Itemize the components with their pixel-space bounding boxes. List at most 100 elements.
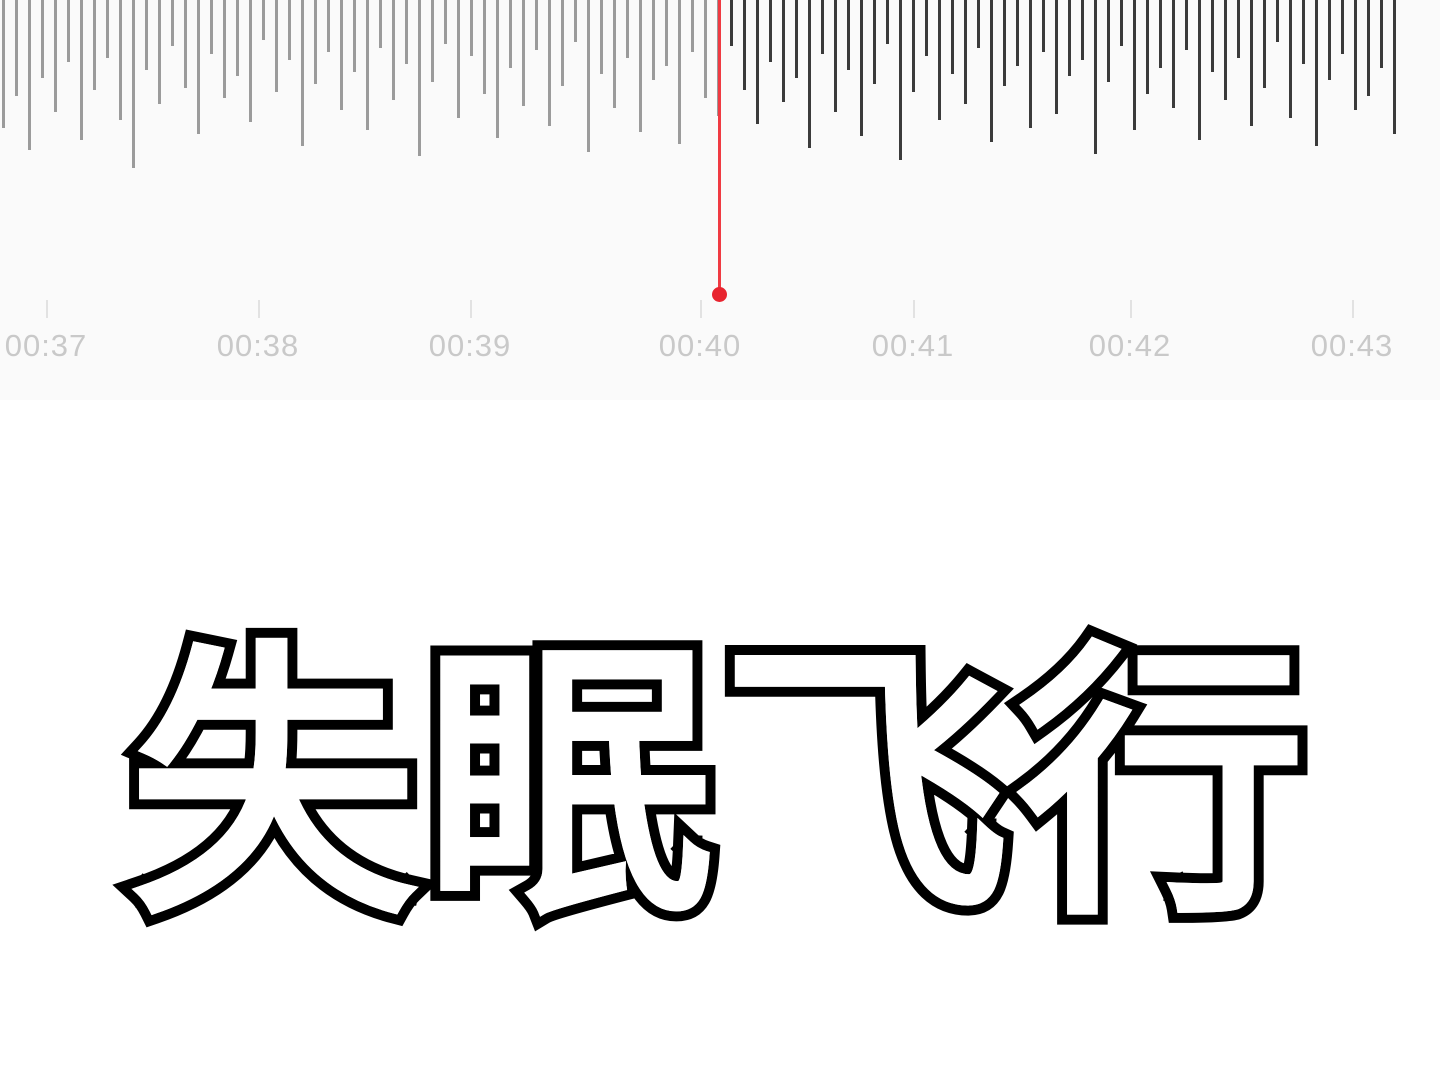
waveform-bar xyxy=(886,0,889,44)
waveform-bar xyxy=(15,0,18,96)
ruler-time-label: 00:42 xyxy=(1088,328,1172,363)
ruler-tick xyxy=(700,300,702,318)
waveform-bar xyxy=(834,0,837,112)
waveform-bar xyxy=(1107,0,1110,82)
screen-root: 00:37 00:38 00:39 00:40 00:41 00:42 00:43 失眠飞行… xyxy=(0,0,1440,1080)
waveform-bar xyxy=(314,0,317,84)
waveform-bar xyxy=(80,0,83,140)
waveform-bar xyxy=(366,0,369,130)
ruler-time-label: 00:38 xyxy=(216,328,300,363)
waveform-bar xyxy=(1081,0,1084,60)
waveform-bar xyxy=(1120,0,1123,46)
playhead-line[interactable] xyxy=(718,0,721,300)
waveform-bar xyxy=(1003,0,1006,86)
waveform-bar xyxy=(301,0,304,146)
waveform-bar xyxy=(509,0,512,68)
waveform-bar xyxy=(119,0,122,120)
waveform-bar xyxy=(262,0,265,40)
waveform-bar xyxy=(1068,0,1071,76)
waveform-bar xyxy=(184,0,187,88)
waveform-bar xyxy=(145,0,148,70)
waveform-bar xyxy=(1029,0,1032,128)
waveform-bar xyxy=(1341,0,1344,54)
waveform-bar xyxy=(1250,0,1253,126)
waveform-bar xyxy=(548,0,551,126)
waveform-bar xyxy=(158,0,161,104)
waveform-bar xyxy=(1159,0,1162,68)
waveform-bar xyxy=(275,0,278,92)
waveform-bar xyxy=(1172,0,1175,108)
waveform-bar xyxy=(743,0,746,90)
waveform-bar xyxy=(457,0,460,118)
waveform-panel[interactable]: 00:37 00:38 00:39 00:40 00:41 00:42 00:43 xyxy=(0,0,1440,400)
waveform-bar xyxy=(28,0,31,150)
waveform-bar xyxy=(990,0,993,142)
caption-area: 失眠飞行 失眠飞行 xyxy=(0,400,1440,1080)
waveform-bar xyxy=(483,0,486,94)
waveform-bar xyxy=(210,0,213,54)
time-ruler[interactable]: 00:37 00:38 00:39 00:40 00:41 00:42 00:43 xyxy=(0,300,1440,400)
ruler-tick xyxy=(258,300,260,318)
waveform-bar xyxy=(1094,0,1097,154)
waveform-bar xyxy=(1133,0,1136,130)
waveform-bar xyxy=(197,0,200,134)
waveform-bar xyxy=(54,0,57,112)
waveform-bar xyxy=(808,0,811,148)
waveform-bar xyxy=(587,0,590,152)
waveform-bar xyxy=(470,0,473,56)
waveform-bar xyxy=(132,0,135,168)
waveform-bar xyxy=(340,0,343,110)
waveform-bar xyxy=(1042,0,1045,52)
waveform-bar xyxy=(171,0,174,46)
ruler-time-label: 00:39 xyxy=(428,328,512,363)
waveform-bar xyxy=(1302,0,1305,64)
ruler-tick xyxy=(913,300,915,318)
waveform-bar xyxy=(821,0,824,54)
waveform-bar xyxy=(327,0,330,52)
waveform-bar xyxy=(353,0,356,72)
waveform-bar xyxy=(574,0,577,42)
waveform-bar xyxy=(1367,0,1370,96)
waveform-bar xyxy=(405,0,408,64)
ruler-time-label: 00:43 xyxy=(1310,328,1394,363)
waveform-bar xyxy=(652,0,655,80)
waveform-bar xyxy=(769,0,772,62)
ruler-time-label: 00:40 xyxy=(658,328,742,363)
waveform-bar xyxy=(1146,0,1149,94)
waveform-bar xyxy=(860,0,863,136)
waveform-bar xyxy=(678,0,681,144)
waveform-bar xyxy=(93,0,96,90)
waveform-bar xyxy=(782,0,785,102)
waveform-bar xyxy=(1393,0,1396,134)
waveform-bar xyxy=(964,0,967,104)
waveform-bar xyxy=(1315,0,1318,146)
waveform-bar xyxy=(600,0,603,74)
waveform-bar xyxy=(873,0,876,84)
waveform-bar xyxy=(1016,0,1019,66)
waveform-bar xyxy=(236,0,239,76)
ruler-time-label: 00:37 xyxy=(4,328,88,363)
waveform-bar xyxy=(1328,0,1331,80)
waveform-bar xyxy=(639,0,642,132)
waveform-bar xyxy=(756,0,759,124)
waveform-bar xyxy=(106,0,109,58)
waveform-bar xyxy=(938,0,941,120)
waveform-bar xyxy=(392,0,395,100)
waveform-bar xyxy=(1276,0,1279,42)
waveform-bar xyxy=(1354,0,1357,110)
waveform-bar xyxy=(535,0,538,50)
waveform-bar xyxy=(67,0,70,62)
waveform-bar xyxy=(1289,0,1292,118)
waveform-bar xyxy=(1198,0,1201,140)
waveform-bar xyxy=(1380,0,1383,68)
ruler-tick xyxy=(1352,300,1354,318)
waveform-bar xyxy=(912,0,915,92)
waveform-bar xyxy=(561,0,564,86)
playhead-handle-dot[interactable] xyxy=(712,287,727,302)
waveform-bar xyxy=(379,0,382,48)
waveform-bar xyxy=(1185,0,1188,50)
waveform-bar xyxy=(665,0,668,66)
ruler-tick xyxy=(1130,300,1132,318)
waveform-bar xyxy=(613,0,616,108)
waveform-bar xyxy=(977,0,980,48)
